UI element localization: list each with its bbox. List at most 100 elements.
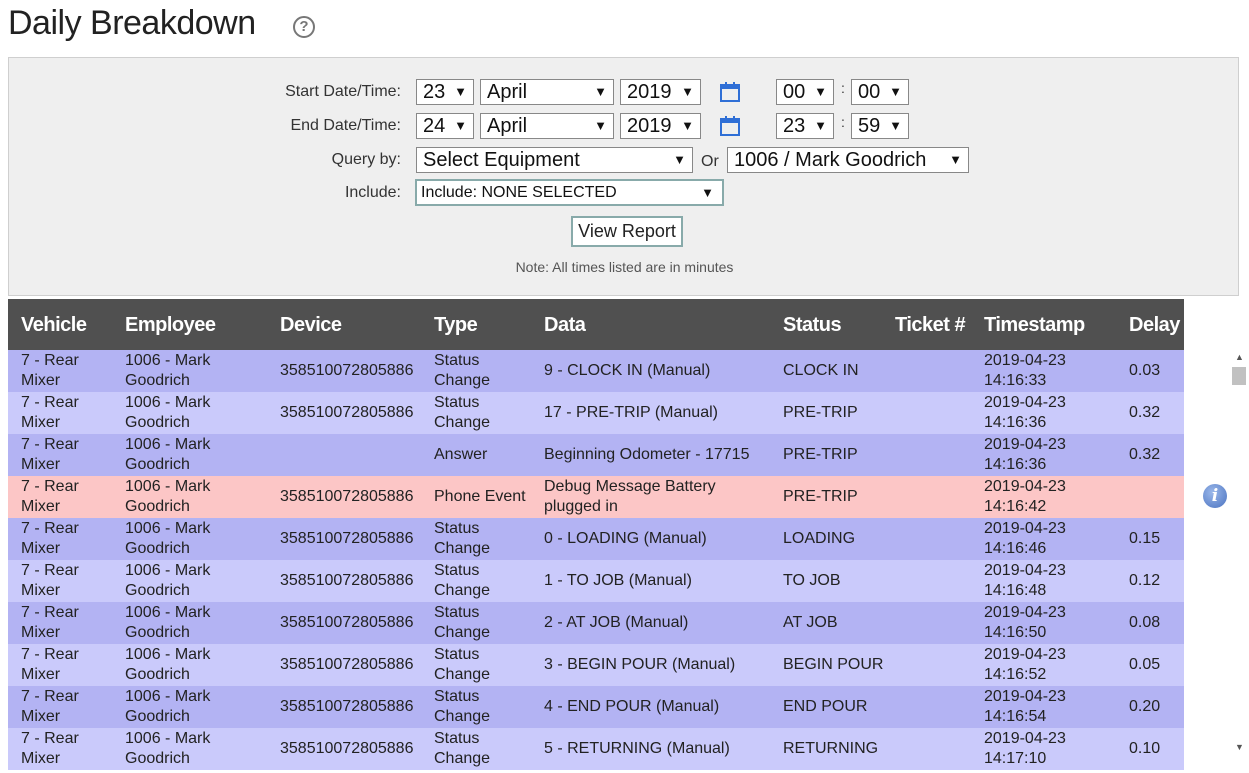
col-device[interactable]: Device bbox=[267, 299, 421, 350]
cell-data: Beginning Odometer - 17715 bbox=[531, 434, 770, 476]
cell-ticket bbox=[895, 644, 971, 686]
table-row[interactable]: 7 - Rear Mixer 1006 - Mark Goodrich 358510… bbox=[8, 602, 1184, 644]
time-separator: : bbox=[841, 80, 845, 96]
col-vehicle[interactable]: Vehicle bbox=[8, 299, 112, 350]
or-label: Or bbox=[701, 153, 719, 170]
cell-timestamp: 2019-04-23 14:16:54 bbox=[971, 686, 1121, 728]
cell-timestamp: 2019-04-23 14:16:36 bbox=[971, 434, 1121, 476]
table-header-row: Vehicle Employee Device Type Data Status… bbox=[8, 299, 1184, 350]
time-separator: : bbox=[841, 114, 845, 130]
help-circle-icon[interactable]: ? bbox=[293, 16, 315, 38]
include-select[interactable]: Include: NONE SELECTED ▼ bbox=[415, 179, 724, 206]
table-row[interactable]: 7 - Rear Mixer 1006 - Mark Goodrich 358510… bbox=[8, 560, 1184, 602]
col-data[interactable]: Data bbox=[531, 299, 770, 350]
cell-ticket bbox=[895, 476, 971, 518]
cell-data: 5 - RETURNING (Manual) bbox=[531, 728, 770, 770]
start-hour-select[interactable]: 00 ▼ bbox=[776, 79, 834, 105]
cell-type: Status Change bbox=[421, 392, 531, 434]
cell-type: Phone Event bbox=[421, 476, 531, 518]
cell-device: 358510072805886 bbox=[267, 686, 421, 728]
end-day-select[interactable]: 24 ▼ bbox=[416, 113, 474, 139]
table-row[interactable]: 7 - Rear Mixer 1006 - Mark Goodrich 358510… bbox=[8, 476, 1184, 518]
cell-device: 358510072805886 bbox=[267, 560, 421, 602]
cell-type: Status Change bbox=[421, 560, 531, 602]
cell-type: Status Change bbox=[421, 350, 531, 392]
cell-data: 2 - AT JOB (Manual) bbox=[531, 602, 770, 644]
table-row[interactable]: 7 - Rear Mixer 1006 - Mark Goodrich 358510… bbox=[8, 518, 1184, 560]
calendar-icon[interactable] bbox=[719, 115, 741, 137]
breakdown-table: Vehicle Employee Device Type Data Status… bbox=[8, 299, 1184, 770]
end-date-label: End Date/Time: bbox=[290, 117, 401, 134]
start-date-label: Start Date/Time: bbox=[285, 83, 401, 100]
cell-vehicle: 7 - Rear Mixer bbox=[8, 392, 112, 434]
info-icon[interactable]: i bbox=[1203, 484, 1227, 508]
cell-data: 1 - TO JOB (Manual) bbox=[531, 560, 770, 602]
cell-status: PRE-TRIP bbox=[770, 476, 895, 518]
cell-employee: 1006 - Mark Goodrich bbox=[112, 518, 267, 560]
end-hour-select[interactable]: 23 ▼ bbox=[776, 113, 834, 139]
include-label: Include: bbox=[344, 184, 401, 201]
col-employee[interactable]: Employee bbox=[112, 299, 267, 350]
cell-type: Status Change bbox=[421, 686, 531, 728]
scroll-up-arrow[interactable]: ▲ bbox=[1235, 352, 1244, 362]
cell-status: AT JOB bbox=[770, 602, 895, 644]
cell-ticket bbox=[895, 728, 971, 770]
table-row[interactable]: 7 - Rear Mixer 1006 - Mark Goodrich 358510… bbox=[8, 644, 1184, 686]
query-by-label: Query by: bbox=[331, 151, 401, 168]
col-type[interactable]: Type bbox=[421, 299, 531, 350]
col-ticket[interactable]: Ticket # bbox=[895, 299, 971, 350]
cell-timestamp: 2019-04-23 14:16:33 bbox=[971, 350, 1121, 392]
col-delay[interactable]: Delay bbox=[1121, 299, 1184, 350]
cell-ticket bbox=[895, 560, 971, 602]
start-minute-select[interactable]: 00 ▼ bbox=[851, 79, 909, 105]
cell-status: TO JOB bbox=[770, 560, 895, 602]
table-row[interactable]: 7 - Rear Mixer 1006 - Mark Goodrich 358510… bbox=[8, 350, 1184, 392]
cell-ticket bbox=[895, 602, 971, 644]
start-year-select[interactable]: 2019 ▼ bbox=[620, 79, 701, 105]
cell-delay: 0.15 bbox=[1121, 518, 1184, 560]
cell-ticket bbox=[895, 392, 971, 434]
end-minute-select[interactable]: 59 ▼ bbox=[851, 113, 909, 139]
cell-delay: 0.03 bbox=[1121, 350, 1184, 392]
cell-employee: 1006 - Mark Goodrich bbox=[112, 728, 267, 770]
cell-vehicle: 7 - Rear Mixer bbox=[8, 350, 112, 392]
col-timestamp[interactable]: Timestamp bbox=[971, 299, 1121, 350]
scroll-down-arrow[interactable]: ▼ bbox=[1235, 742, 1244, 752]
cell-device: 358510072805886 bbox=[267, 392, 421, 434]
cell-device: 358510072805886 bbox=[267, 518, 421, 560]
table-row[interactable]: 7 - Rear Mixer 1006 - Mark Goodrich 358510… bbox=[8, 392, 1184, 434]
cell-delay: 0.32 bbox=[1121, 434, 1184, 476]
cell-vehicle: 7 - Rear Mixer bbox=[8, 728, 112, 770]
table-row[interactable]: 7 - Rear Mixer 1006 - Mark Goodrich Answer… bbox=[8, 434, 1184, 476]
calendar-icon[interactable] bbox=[719, 81, 741, 103]
cell-employee: 1006 - Mark Goodrich bbox=[112, 350, 267, 392]
view-report-button[interactable]: View Report bbox=[571, 216, 683, 247]
cell-ticket bbox=[895, 434, 971, 476]
equipment-select[interactable]: Select Equipment ▼ bbox=[416, 147, 693, 173]
scroll-thumb[interactable] bbox=[1232, 367, 1246, 385]
cell-data: 4 - END POUR (Manual) bbox=[531, 686, 770, 728]
table-row[interactable]: 7 - Rear Mixer 1006 - Mark Goodrich 358510… bbox=[8, 686, 1184, 728]
page-title: Daily Breakdown bbox=[8, 4, 256, 42]
cell-employee: 1006 - Mark Goodrich bbox=[112, 686, 267, 728]
table-row[interactable]: 7 - Rear Mixer 1006 - Mark Goodrich 358510… bbox=[8, 728, 1184, 770]
cell-vehicle: 7 - Rear Mixer bbox=[8, 560, 112, 602]
cell-status: END POUR bbox=[770, 686, 895, 728]
cell-status: BEGIN POUR bbox=[770, 644, 895, 686]
cell-status: PRE-TRIP bbox=[770, 392, 895, 434]
table-scrollbar[interactable]: ▲ ▼ bbox=[1229, 350, 1249, 760]
end-month-select[interactable]: April ▼ bbox=[480, 113, 614, 139]
end-year-select[interactable]: 2019 ▼ bbox=[620, 113, 701, 139]
cell-device: 358510072805886 bbox=[267, 728, 421, 770]
employee-select[interactable]: 1006 / Mark Goodrich ▼ bbox=[727, 147, 969, 173]
cell-data: 0 - LOADING (Manual) bbox=[531, 518, 770, 560]
cell-data: 17 - PRE-TRIP (Manual) bbox=[531, 392, 770, 434]
cell-data: Debug Message Battery plugged in bbox=[531, 476, 770, 518]
minutes-note: Note: All times listed are in minutes bbox=[515, 259, 734, 275]
start-month-select[interactable]: April ▼ bbox=[480, 79, 614, 105]
cell-type: Answer bbox=[421, 434, 531, 476]
col-status[interactable]: Status bbox=[770, 299, 895, 350]
cell-status: PRE-TRIP bbox=[770, 434, 895, 476]
start-day-select[interactable]: 23 ▼ bbox=[416, 79, 474, 105]
cell-type: Status Change bbox=[421, 602, 531, 644]
